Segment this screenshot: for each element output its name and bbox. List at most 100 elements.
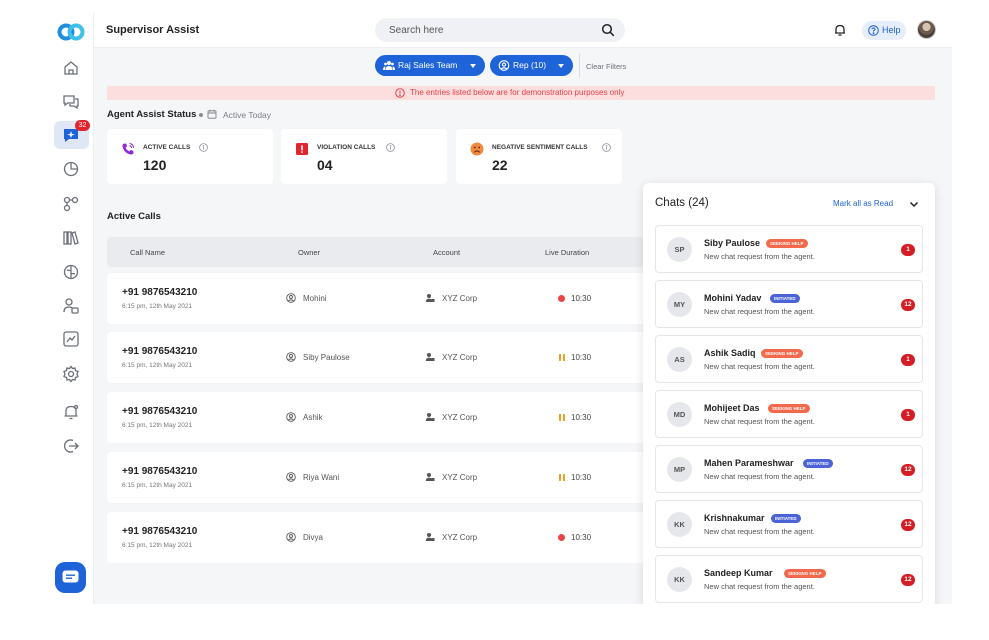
- brain-icon[interactable]: [62, 263, 80, 281]
- library-icon[interactable]: [62, 229, 80, 247]
- agent-status-title: Agent Assist Status: [107, 109, 197, 120]
- chat-item[interactable]: AS Ashik Sadiq SEEKING HELP New chat req…: [655, 335, 923, 383]
- home-icon[interactable]: [62, 59, 80, 77]
- search-input[interactable]: [389, 23, 589, 37]
- unread-count: 12: [901, 574, 915, 586]
- pause-icon: [559, 474, 566, 481]
- table-row[interactable]: +91 9876543210 6:15 pm, 12th May 2021 Mo…: [107, 273, 707, 324]
- info-icon[interactable]: [602, 143, 611, 152]
- stat-label: NEGATIVE SENTIMENT CALLS: [492, 144, 588, 151]
- owner-name: Ashik: [303, 413, 323, 422]
- column-header[interactable]: Account: [433, 248, 460, 257]
- unread-count: 1: [901, 244, 915, 256]
- chat-avatar: MP: [667, 457, 692, 482]
- sad-face-icon: [470, 142, 484, 156]
- rep-filter-label: Rep (10): [513, 60, 547, 70]
- unread-count: 12: [901, 519, 915, 531]
- chat-name: Mahen Parameshwar: [704, 458, 794, 468]
- call-time: 6:15 pm, 12th May 2021: [122, 362, 193, 369]
- support-chat-button[interactable]: [55, 562, 86, 593]
- top-header: Supervisor Assist Help: [94, 12, 952, 48]
- users-icon[interactable]: [62, 297, 80, 315]
- live-duration: 10:30: [571, 533, 592, 542]
- chat-message: New chat request from the agent.: [704, 252, 815, 261]
- status-badge: SEEKING HELP: [768, 404, 810, 413]
- chat-name: Mohijeet Das: [704, 403, 760, 413]
- demo-banner: The entries listed below are for demonst…: [107, 86, 935, 100]
- chat-message: New chat request from the agent.: [704, 362, 815, 371]
- stat-value: 04: [317, 157, 333, 173]
- status-badge: INITIATED: [771, 514, 801, 523]
- chat-message: New chat request from the agent.: [704, 582, 815, 591]
- alerts-icon[interactable]: [62, 403, 80, 421]
- chat-item[interactable]: KK Sandeep Kumar SEEKING HELP New chat r…: [655, 555, 923, 603]
- chat-item[interactable]: MP Mahen Parameshwar INITIATED New chat …: [655, 445, 923, 493]
- chat-avatar: MY: [667, 292, 692, 317]
- live-duration: 10:30: [571, 473, 592, 482]
- status-badge: INITIATED: [803, 459, 833, 468]
- column-header[interactable]: Owner: [298, 248, 320, 257]
- chat-message: New chat request from the agent.: [704, 527, 815, 536]
- user-circle-icon: [286, 472, 296, 482]
- chat-item[interactable]: SP Siby Paulose SEEKING HELP New chat re…: [655, 225, 923, 273]
- user-avatar[interactable]: [917, 20, 936, 39]
- question-icon: [868, 25, 879, 36]
- status-badge: SEEKING HELP: [784, 569, 826, 578]
- rep-filter[interactable]: Rep (10): [490, 55, 573, 76]
- chat-item[interactable]: KK Krishnakumar INITIATED New chat reque…: [655, 500, 923, 548]
- team-filter[interactable]: Raj Sales Team: [375, 55, 485, 76]
- unread-count: 1: [901, 354, 915, 366]
- stat-label: VIOLATION CALLS: [317, 144, 376, 151]
- chat-bubbles-icon[interactable]: [62, 92, 80, 110]
- user-circle-icon: [286, 293, 296, 303]
- table-row[interactable]: +91 9876543210 6:15 pm, 12th May 2021 As…: [107, 392, 707, 443]
- agent-assist-badge: 32: [75, 120, 90, 131]
- info-icon[interactable]: [386, 143, 395, 152]
- analytics-icon[interactable]: [62, 160, 80, 178]
- table-row[interactable]: +91 9876543210 6:15 pm, 12th May 2021 Di…: [107, 512, 707, 563]
- chevron-down-icon[interactable]: [908, 198, 920, 210]
- owner-name: Divya: [303, 533, 324, 542]
- chat-name: Mohini Yadav: [704, 293, 762, 303]
- table-row[interactable]: +91 9876543210 6:15 pm, 12th May 2021 Si…: [107, 332, 707, 383]
- active-calls-title: Active Calls: [107, 211, 161, 222]
- unread-count: 12: [901, 464, 915, 476]
- live-status-icon: [558, 534, 565, 541]
- team-filter-label: Raj Sales Team: [398, 60, 458, 70]
- table-header: Call Name Owner Account Live Duration: [107, 237, 707, 267]
- chat-item[interactable]: MY Mohini Yadav INITIATED New chat reque…: [655, 280, 923, 328]
- table-row[interactable]: +91 9876543210 6:15 pm, 12th May 2021 Ri…: [107, 452, 707, 503]
- status-badge: SEEKING HELP: [761, 349, 803, 358]
- chat-name: Krishnakumar: [704, 513, 765, 523]
- user-circle-icon: [286, 532, 296, 542]
- logout-icon[interactable]: [62, 437, 80, 455]
- account-name: XYZ Corp: [442, 533, 478, 542]
- logo-icon: [57, 23, 85, 41]
- chat-message: New chat request from the agent.: [704, 417, 815, 426]
- settings-icon[interactable]: [62, 365, 80, 383]
- active-calls-card[interactable]: ACTIVE CALLS 120: [107, 129, 273, 184]
- message-icon: [62, 570, 79, 583]
- user-circle-icon: [286, 352, 296, 362]
- phone-icon: [122, 143, 134, 155]
- column-header[interactable]: Call Name: [130, 248, 165, 257]
- mark-all-read-link[interactable]: Mark all as Read: [833, 199, 893, 208]
- chat-item[interactable]: MD Mohijeet Das SEEKING HELP New chat re…: [655, 390, 923, 438]
- nodes-icon[interactable]: [62, 195, 80, 213]
- account-icon: [425, 533, 435, 541]
- call-phone: +91 9876543210: [122, 346, 198, 357]
- help-button[interactable]: Help: [862, 21, 906, 40]
- clear-filters-link[interactable]: Clear Filters: [586, 62, 626, 71]
- info-icon[interactable]: [199, 143, 208, 152]
- bell-icon[interactable]: [833, 23, 847, 37]
- chevron-down-icon: [470, 64, 476, 68]
- account-icon: [425, 294, 435, 302]
- sidebar-item-agent-assist[interactable]: 32: [54, 120, 90, 149]
- search-bar[interactable]: [375, 18, 625, 42]
- column-header[interactable]: Live Duration: [545, 248, 589, 257]
- negative-sentiment-card[interactable]: NEGATIVE SENTIMENT CALLS 22: [456, 129, 622, 184]
- search-icon[interactable]: [601, 23, 615, 37]
- trend-icon[interactable]: [62, 330, 80, 348]
- violation-calls-card[interactable]: VIOLATION CALLS 04: [281, 129, 447, 184]
- chat-avatar: SP: [667, 237, 692, 262]
